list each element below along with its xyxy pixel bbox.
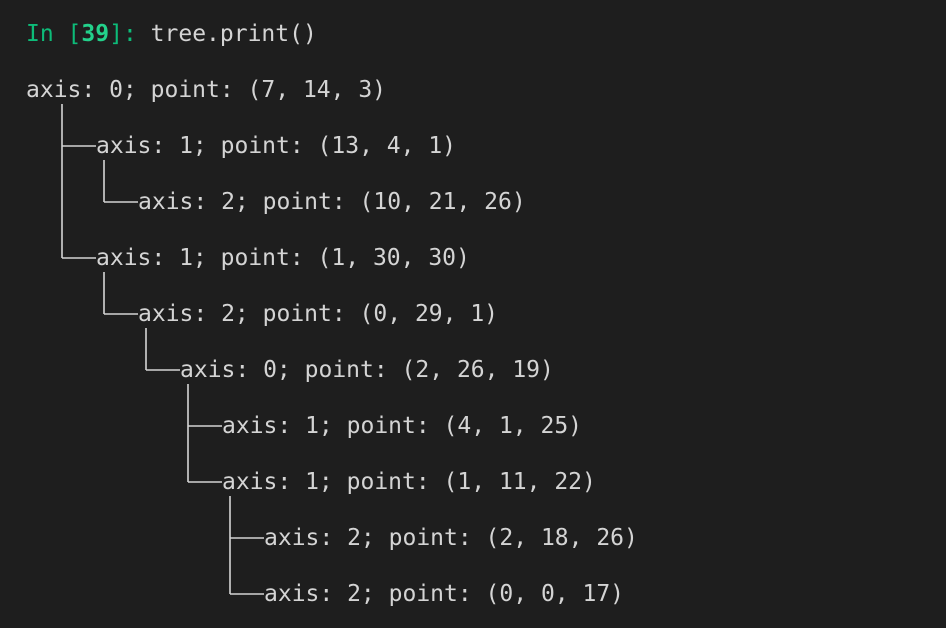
tree-node: axis: 1; point: (1, 30, 30) — [96, 245, 470, 271]
command-text: tree.print() — [150, 21, 317, 47]
prompt-close-label: ]: — [109, 21, 137, 47]
tree-node: axis: 0; point: (7, 14, 3) — [26, 77, 387, 103]
terminal-output: In [39]: tree.print() axis: 0; point: (7… — [0, 0, 946, 628]
prompt-number: 39 — [81, 21, 110, 47]
tree-node: axis: 2; point: (2, 18, 26) — [264, 525, 638, 551]
prompt-in-label: In [ — [26, 21, 82, 47]
tree-node: axis: 0; point: (2, 26, 19) — [180, 357, 554, 383]
tree-node: axis: 2; point: (0, 29, 1) — [138, 301, 499, 327]
input-prompt-line: In [39]: tree.print() — [26, 20, 317, 48]
tree-node: axis: 2; point: (0, 0, 17) — [264, 581, 625, 607]
tree-node: axis: 1; point: (13, 4, 1) — [96, 133, 457, 159]
tree-node: axis: 2; point: (10, 21, 26) — [138, 189, 526, 215]
tree-node: axis: 1; point: (4, 1, 25) — [222, 413, 583, 439]
tree-node: axis: 1; point: (1, 11, 22) — [222, 469, 596, 495]
